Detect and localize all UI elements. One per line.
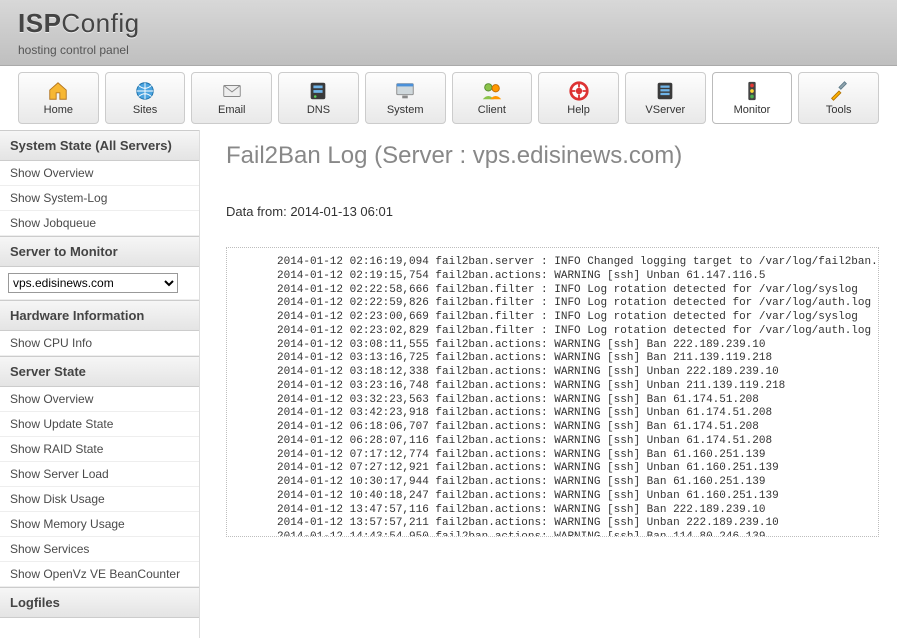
sidebar-section-system-state: System State (All Servers) xyxy=(0,130,199,161)
sidebar-item-sidebar.system_state.items-1[interactable]: Show System-Log xyxy=(0,186,199,211)
email-icon xyxy=(219,80,245,102)
tools-icon xyxy=(826,80,852,102)
sidebar-item-sidebar.server_state.items-0[interactable]: Show Overview xyxy=(0,387,199,412)
home-icon xyxy=(45,80,71,102)
tab-label: Email xyxy=(218,104,246,116)
client-icon xyxy=(479,80,505,102)
tab-help[interactable]: Help xyxy=(538,72,619,124)
sidebar-item-sidebar.server_state.items-3[interactable]: Show Server Load xyxy=(0,462,199,487)
sidebar: System State (All Servers) Show Overview… xyxy=(0,130,200,638)
sidebar-item-sidebar.system_state.items-2[interactable]: Show Jobqueue xyxy=(0,211,199,236)
tab-sites[interactable]: Sites xyxy=(105,72,186,124)
server-select[interactable]: vps.edisinews.com xyxy=(8,273,178,293)
tab-label: Home xyxy=(44,104,73,116)
sidebar-section-server-to-monitor: Server to Monitor xyxy=(0,236,199,267)
sidebar-section-logfiles: Logfiles xyxy=(0,587,199,618)
tab-label: Monitor xyxy=(734,104,771,116)
sidebar-item-sidebar.server_state.items-4[interactable]: Show Disk Usage xyxy=(0,487,199,512)
sidebar-section-hardware-info: Hardware Information xyxy=(0,300,199,331)
top-tabs: Home Sites Email DNS System Client Help VServer… xyxy=(0,66,897,130)
brand-logo: ISPConfig xyxy=(18,8,879,39)
tab-client[interactable]: Client xyxy=(452,72,533,124)
data-from: Data from: 2014-01-13 06:01 xyxy=(226,204,879,219)
page-title: Fail2Ban Log (Server : vps.edisinews.com… xyxy=(226,142,879,170)
log-output[interactable]: 2014-01-12 02:16:19,094 fail2ban.server … xyxy=(226,247,879,537)
monitor-icon xyxy=(739,80,765,102)
main-content: Fail2Ban Log (Server : vps.edisinews.com… xyxy=(200,130,897,638)
brand-tagline: hosting control panel xyxy=(18,43,879,57)
tab-vserver[interactable]: VServer xyxy=(625,72,706,124)
sidebar-item-sidebar.server_state.items-1[interactable]: Show Update State xyxy=(0,412,199,437)
brand-prefix: ISP xyxy=(18,8,61,38)
tab-label: Tools xyxy=(826,104,852,116)
tab-label: Help xyxy=(567,104,590,116)
tab-label: VServer xyxy=(645,104,685,116)
sidebar-section-server-state: Server State xyxy=(0,356,199,387)
sites-icon xyxy=(132,80,158,102)
sidebar-item-sidebar.server_state.items-2[interactable]: Show RAID State xyxy=(0,437,199,462)
brand-suffix: Config xyxy=(61,8,139,38)
tab-label: Sites xyxy=(133,104,157,116)
tab-dns[interactable]: DNS xyxy=(278,72,359,124)
data-from-label: Data from: xyxy=(226,204,287,219)
sidebar-item-sidebar.system_state.items-0[interactable]: Show Overview xyxy=(0,161,199,186)
sidebar-item-sidebar.hardware_info.items-0[interactable]: Show CPU Info xyxy=(0,331,199,356)
tab-label: DNS xyxy=(307,104,330,116)
tab-monitor[interactable]: Monitor xyxy=(712,72,793,124)
tab-tools[interactable]: Tools xyxy=(798,72,879,124)
data-from-value: 2014-01-13 06:01 xyxy=(290,204,393,219)
sidebar-item-sidebar.server_state.items-7[interactable]: Show OpenVz VE BeanCounter xyxy=(0,562,199,587)
tab-label: System xyxy=(387,104,424,116)
header: ISPConfig hosting control panel xyxy=(0,0,897,66)
server-select-wrap: vps.edisinews.com xyxy=(0,267,199,300)
system-icon xyxy=(392,80,418,102)
vserver-icon xyxy=(652,80,678,102)
tab-system[interactable]: System xyxy=(365,72,446,124)
tab-label: Client xyxy=(478,104,506,116)
tab-home[interactable]: Home xyxy=(18,72,99,124)
help-icon xyxy=(566,80,592,102)
tab-email[interactable]: Email xyxy=(191,72,272,124)
dns-icon xyxy=(305,80,331,102)
sidebar-item-sidebar.server_state.items-5[interactable]: Show Memory Usage xyxy=(0,512,199,537)
sidebar-item-sidebar.server_state.items-6[interactable]: Show Services xyxy=(0,537,199,562)
